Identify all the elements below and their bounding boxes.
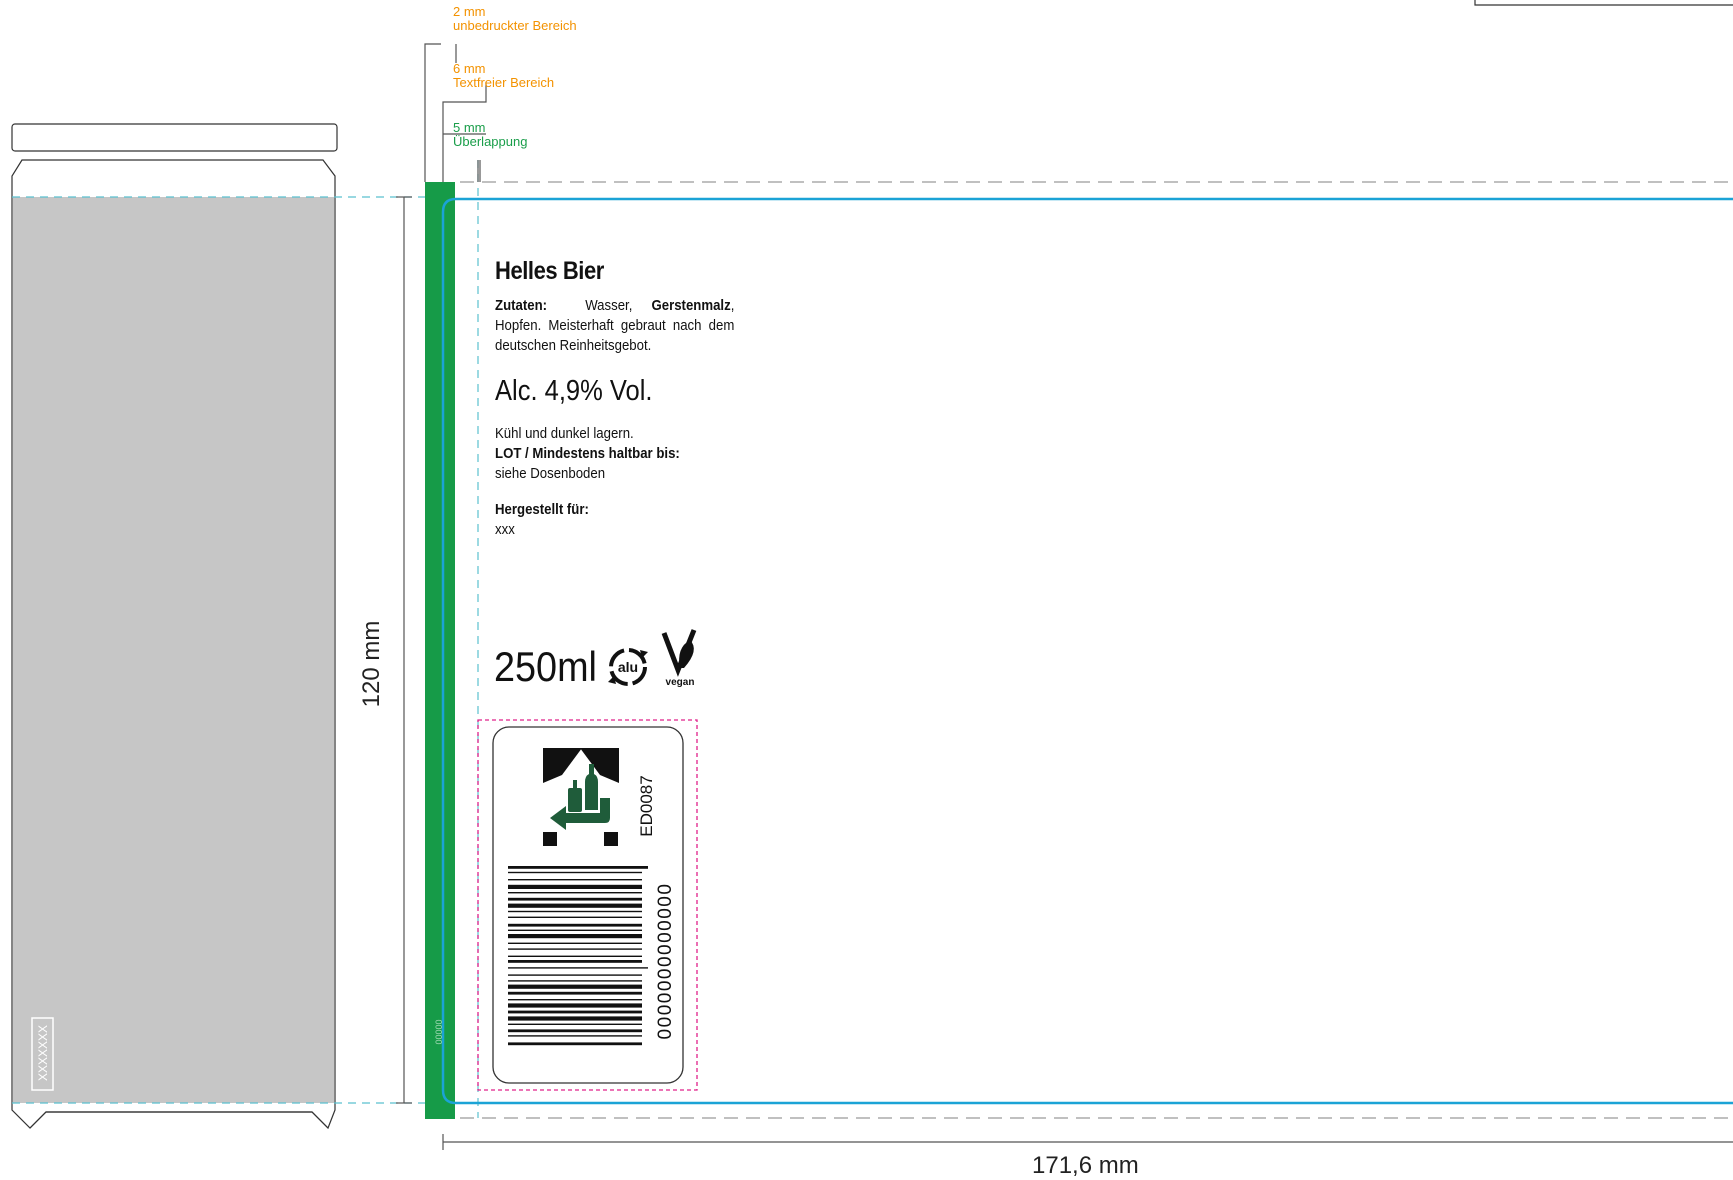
barcode-number: 0000000000000 bbox=[655, 882, 676, 1040]
barcode-bar bbox=[508, 884, 642, 889]
lot-heading: LOT / Mindestens haltbar bis: bbox=[495, 445, 680, 462]
ingredients-malt: Gerstenmalz bbox=[651, 297, 731, 314]
dieline-drawing: alu vegan bbox=[11, 0, 1733, 1150]
barcode-bar bbox=[508, 942, 642, 944]
barcode-bar bbox=[508, 916, 642, 918]
annotation-textfree-size: 6 mm bbox=[453, 61, 486, 76]
ingredients: Zutaten: Wasser, Gerstenmalz, Hopfen. Me… bbox=[495, 296, 734, 356]
overlap-code: 00000 bbox=[434, 1019, 444, 1045]
label-text-block: Helles Bier Zutaten: Wasser, Gerstenmalz… bbox=[495, 256, 735, 540]
barcode-bar bbox=[508, 948, 642, 950]
barcode-bar bbox=[508, 903, 642, 908]
can-bottom-code: XXXXXXX bbox=[36, 1024, 50, 1082]
volume: 250ml bbox=[494, 643, 597, 690]
alcohol-content: Alc. 4,9% Vol. bbox=[495, 375, 653, 407]
barcode-bar bbox=[508, 897, 642, 901]
barcode-bar bbox=[508, 967, 648, 969]
barcode-bar bbox=[508, 879, 642, 881]
overlap-strip bbox=[425, 182, 455, 1119]
barcode-bar bbox=[508, 934, 642, 939]
annotation-unprinted-label: unbedruckter Bereich bbox=[453, 18, 577, 33]
annotation-textfree-label: Textfreier Bereich bbox=[453, 75, 555, 90]
annotation-overlap-size: 5 mm bbox=[453, 120, 486, 135]
height-dimension-label: 120 mm bbox=[358, 620, 385, 708]
lot-value: siehe Dosenboden bbox=[495, 465, 606, 482]
barcode-bar bbox=[508, 1003, 642, 1008]
can-lid bbox=[11, 123, 338, 152]
vegan-icon: vegan bbox=[661, 629, 697, 688]
annotation-textfree: 6 mm Textfreier Bereich bbox=[453, 62, 554, 90]
barcode-bar bbox=[508, 999, 642, 1001]
can-label-area bbox=[13, 197, 334, 1103]
barcode-bar bbox=[508, 980, 642, 982]
annotation-unprinted: 2 mm unbedruckter Bereich bbox=[453, 5, 577, 33]
barcode-bar bbox=[508, 1016, 642, 1021]
barcode-bar bbox=[508, 866, 648, 869]
annotation-unprinted-size: 2 mm bbox=[453, 4, 486, 19]
barcode-bar bbox=[508, 892, 642, 894]
barcode-bar bbox=[508, 1010, 642, 1014]
barcode-bar bbox=[508, 991, 642, 995]
made-for-heading: Hergestellt für: bbox=[495, 501, 589, 518]
vegan-text: vegan bbox=[666, 677, 695, 688]
barcode-bar bbox=[508, 910, 642, 913]
barcode-bar bbox=[508, 984, 642, 989]
width-dimension-label: 171,6 mm bbox=[1032, 1152, 1139, 1179]
top-right-frame bbox=[1474, 0, 1733, 6]
barcode-bar bbox=[508, 1042, 642, 1046]
annotation-overlap: 5 mm Überlappung bbox=[453, 121, 527, 149]
made-for-value: xxx bbox=[495, 521, 515, 538]
barcode-bar bbox=[508, 871, 642, 874]
barcode bbox=[508, 866, 648, 1046]
storage-info: Kühl und dunkel lagern. LOT / Mindestens… bbox=[495, 424, 734, 484]
deposit-code: ED0087 bbox=[637, 775, 656, 837]
barcode-bar bbox=[508, 923, 642, 927]
barcode-bar bbox=[508, 1023, 642, 1025]
product-title: Helles Bier bbox=[495, 257, 604, 285]
storage-text: Kühl und dunkel lagern. bbox=[495, 425, 634, 442]
barcode-bar bbox=[508, 929, 642, 931]
barcode-bar bbox=[508, 1035, 642, 1037]
ingredients-heading: Zutaten: bbox=[495, 297, 548, 314]
barcode-bar bbox=[508, 955, 642, 957]
annotation-overlap-label: Überlappung bbox=[453, 134, 528, 149]
alu-icon-text: alu bbox=[618, 659, 638, 675]
barcode-bar bbox=[508, 1029, 642, 1033]
ingredients-water: Wasser, bbox=[585, 297, 633, 314]
alu-recycling-icon: alu bbox=[608, 648, 648, 686]
can-bottom-curve bbox=[29, 1111, 329, 1129]
bracket-unprinted bbox=[424, 43, 441, 182]
manufacturer-info: Hergestellt für: xxx bbox=[495, 500, 734, 540]
barcode-bar bbox=[508, 960, 642, 963]
barcode-bar bbox=[508, 974, 642, 976]
